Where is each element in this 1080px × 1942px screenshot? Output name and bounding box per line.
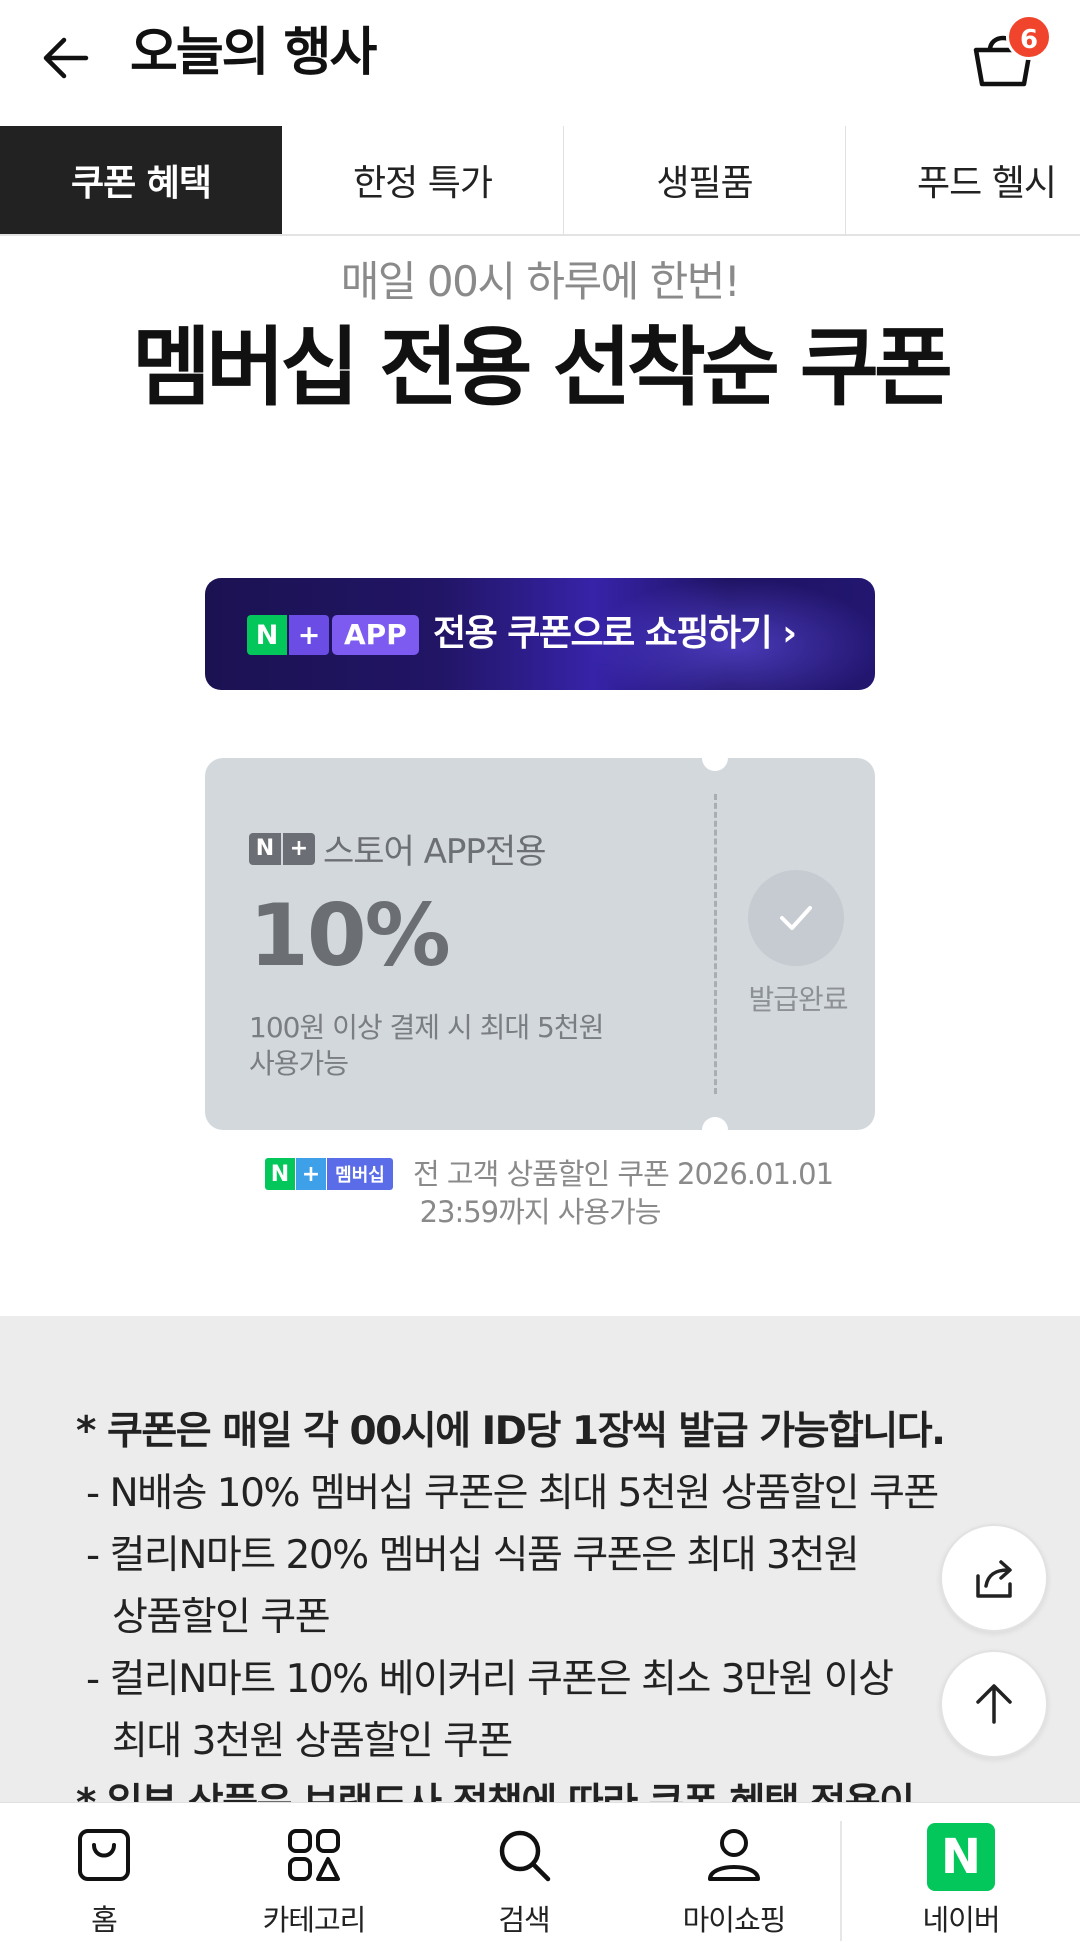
tab-food-healthy[interactable]: 푸드 헬시	[846, 126, 1080, 234]
bottom-navigation: 홈 카테고리 검색 마이쇼핑 N 네이버	[0, 1802, 1080, 1942]
nplus-small-plus: +	[283, 832, 315, 865]
nav-naver-label: 네이버	[922, 1903, 1000, 1937]
nplus-logo: N +	[247, 615, 329, 655]
nplus-logo-n: N	[247, 615, 287, 655]
nav-my-shopping-label: 마이쇼핑	[682, 1903, 787, 1937]
coupon-description: 100원 이상 결제 시 최대 5천원 사용가능	[249, 1010, 689, 1082]
scroll-to-top-button[interactable]	[940, 1650, 1048, 1758]
coupon-notch-top	[702, 745, 728, 771]
info-line: - N배송 10% 멤버십 쿠폰은 최대 5천원 상품할인 쿠폰	[86, 1471, 939, 1516]
membership-note-line1: 전 고객 상품할인 쿠폰 2026.01.01	[413, 1157, 834, 1191]
tab-coupon-benefits[interactable]: 쿠폰 혜택	[0, 126, 282, 234]
arrow-left-icon	[43, 37, 89, 79]
check-icon	[780, 906, 812, 930]
info-line: 최대 3천원 상품할인 쿠폰	[112, 1719, 513, 1764]
nav-search[interactable]: 검색	[444, 1803, 604, 1942]
shopping-bag-home-icon	[78, 1829, 130, 1881]
nav-home[interactable]: 홈	[24, 1803, 184, 1942]
coupon-desc-line2: 사용가능	[249, 1047, 349, 1080]
nplus-logo-plus: +	[289, 615, 329, 655]
coupon-divider	[714, 794, 717, 1094]
nplus-small-logo: N +	[249, 832, 315, 865]
hero-title: 멤버십 전용 선착순 쿠폰	[131, 318, 953, 418]
app-coupon-banner[interactable]: N + APP 전용 쿠폰으로 쇼핑하기 ›	[205, 578, 875, 690]
hero-subtitle: 매일 00시 하루에 한번!	[340, 257, 741, 306]
category-grid-icon	[288, 1829, 340, 1881]
cart-count-badge: 6	[1006, 14, 1052, 60]
membership-badge-n: N	[265, 1158, 295, 1190]
coupon-discount-value: 10%	[249, 886, 451, 986]
coupon-label: 스토어 APP전용	[323, 832, 546, 872]
info-line: - 컬리N마트 20% 멤버십 식품 쿠폰은 최대 3천원	[86, 1533, 860, 1578]
membership-badge-text: 멤버십	[327, 1158, 393, 1190]
tab-daily-necessities[interactable]: 생필품	[564, 126, 846, 234]
category-tabs: 쿠폰 혜택 한정 특가 생필품 푸드 헬시	[0, 126, 1080, 236]
nav-category[interactable]: 카테고리	[234, 1803, 394, 1942]
nav-naver[interactable]: 네이버	[881, 1803, 1041, 1942]
info-line: * 일부 상품은 브랜드사 정책에 따라 쿠폰 혜택 적용이	[76, 1780, 915, 1802]
person-icon	[708, 1829, 760, 1881]
nav-category-label: 카테고리	[262, 1903, 367, 1937]
info-line: * 쿠폰은 매일 각 00시에 ID당 1장씩 발급 가능합니다.	[76, 1409, 946, 1454]
nav-home-label: 홈	[91, 1903, 118, 1937]
share-icon	[976, 1560, 1012, 1598]
tab-limited-deals[interactable]: 한정 특가	[282, 126, 564, 234]
coupon-info-section: * 쿠폰은 매일 각 00시에 ID당 1장씩 발급 가능합니다. - N배송 …	[0, 1316, 1080, 1802]
info-line: - 컬리N마트 10% 베이커리 쿠폰은 최소 3만원 이상	[86, 1657, 894, 1702]
header: 오늘의 행사 6	[0, 0, 1080, 126]
nav-separator	[840, 1821, 842, 1941]
search-icon	[499, 1830, 551, 1882]
coupon-notch-bottom	[702, 1117, 728, 1143]
membership-badge: N + 멤버십	[265, 1158, 393, 1190]
info-line: 상품할인 쿠폰	[112, 1595, 331, 1640]
coupon-label-row: N + 스토어 APP전용	[249, 824, 546, 873]
nav-search-label: 검색	[498, 1903, 550, 1937]
issued-check-circle	[748, 870, 844, 966]
arrow-up-icon	[976, 1684, 1012, 1724]
membership-badge-plus: +	[296, 1158, 326, 1190]
issued-status: 발급완료	[748, 983, 848, 1016]
nav-my-shopping[interactable]: 마이쇼핑	[654, 1803, 814, 1942]
share-button[interactable]	[940, 1524, 1048, 1632]
nplus-small-n: N	[249, 832, 281, 865]
back-button[interactable]	[36, 28, 96, 88]
app-chip: APP	[332, 615, 419, 655]
coupon-card[interactable]: N + 스토어 APP전용 10% 100원 이상 결제 시 최대 5천원 사용…	[205, 745, 875, 1143]
membership-note-line2: 23:59까지 사용가능	[419, 1195, 662, 1229]
page-title: 오늘의 행사	[130, 23, 377, 83]
coupon-desc-line1: 100원 이상 결제 시 최대 5천원	[249, 1011, 604, 1044]
banner-text: 전용 쿠폰으로 쇼핑하기 ›	[433, 613, 797, 654]
